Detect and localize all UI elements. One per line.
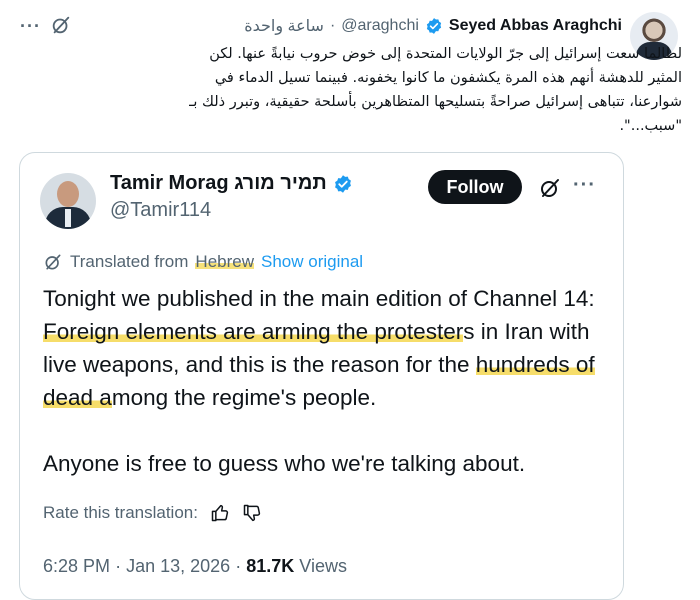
quoted-avatar[interactable] bbox=[40, 173, 96, 229]
thumbs-down-icon[interactable] bbox=[242, 503, 262, 523]
tweet-meta: 6:28 PM · Jan 13, 2026 · 81.7K Views bbox=[43, 556, 347, 577]
follow-button[interactable]: Follow bbox=[428, 170, 522, 204]
rate-translation-label: Rate this translation: bbox=[43, 503, 198, 522]
tweet-date[interactable]: Jan 13, 2026 bbox=[126, 556, 230, 576]
quoted-more-button[interactable]: ··· bbox=[573, 174, 596, 197]
outer-separator: · bbox=[329, 17, 336, 34]
verified-badge-icon bbox=[425, 17, 443, 35]
meta-separator: · bbox=[115, 556, 122, 576]
grok-slash-icon[interactable] bbox=[50, 14, 72, 36]
rate-translation-row: Rate this translation: bbox=[43, 503, 262, 523]
outer-tweet-header: ساعة واحدة · @araghchi Seyed Abbas Aragh… bbox=[244, 16, 622, 36]
outer-timestamp[interactable]: ساعة واحدة bbox=[244, 16, 324, 36]
verified-badge-icon bbox=[333, 174, 353, 194]
outer-text-line: لطالما سعت إسرائيل إلى جرّ الولايات المت… bbox=[209, 46, 682, 62]
outer-handle[interactable]: @araghchi bbox=[341, 17, 419, 35]
views-count: 81.7K bbox=[246, 556, 295, 576]
translated-prefix: Translated from bbox=[70, 252, 189, 271]
translation-notice: Translated from Hebrew Show original bbox=[43, 252, 363, 272]
grok-slash-icon[interactable] bbox=[538, 176, 562, 200]
outer-text-line: شوارعنا، تتباهى إسرائيل صراحةً بتسليحها … bbox=[189, 94, 682, 110]
quoted-tweet-text: Tonight we published in the main edition… bbox=[43, 282, 613, 480]
outer-text-line: "سبب...". bbox=[619, 118, 682, 134]
quoted-paragraph-2: Anyone is free to guess who we're talkin… bbox=[43, 451, 526, 476]
tweet-time[interactable]: 6:28 PM bbox=[43, 556, 110, 576]
quoted-author-name[interactable]: Tamir Morag תמיר מורג bbox=[110, 172, 327, 195]
outer-tweet-text: لطالما سعت إسرائيل إلى جرّ الولايات المت… bbox=[10, 42, 682, 138]
views-label: Views bbox=[299, 556, 347, 576]
quoted-handle[interactable]: @Tamir114 bbox=[110, 199, 211, 222]
translated-language: Hebrew bbox=[195, 252, 255, 272]
outer-author-name[interactable]: Seyed Abbas Araghchi bbox=[449, 17, 622, 35]
show-original-link[interactable]: Show original bbox=[261, 252, 363, 272]
highlight: Foreign elements are arming the proteste… bbox=[43, 319, 464, 344]
outer-text-line: المثير للدهشة أنهم هذه المرة يكشفون ما ك… bbox=[214, 70, 682, 86]
translate-icon bbox=[45, 254, 61, 270]
quoted-paragraph-1: Tonight we published in the main edition… bbox=[43, 286, 595, 410]
outer-more-button[interactable]: ··· bbox=[20, 16, 41, 37]
meta-separator: · bbox=[235, 556, 242, 576]
thumbs-up-icon[interactable] bbox=[210, 503, 230, 523]
quoted-author-row: Tamir Morag תמיר מורג bbox=[110, 172, 353, 195]
